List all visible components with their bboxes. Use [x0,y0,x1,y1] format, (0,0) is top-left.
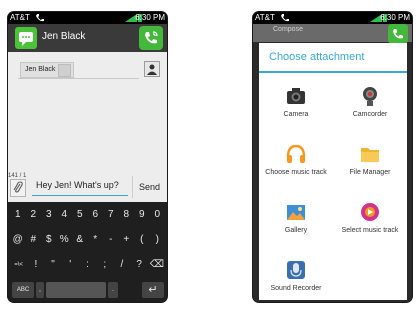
attachment-dialog: Choose attachment Camera Camcorder Choos… [259,43,407,300]
keyboard: 1 2 3 4 5 6 7 8 9 0 @ # $ % & * - + ( ) … [8,202,167,302]
attach-label: Choose music track [265,169,327,176]
key[interactable]: : [81,255,94,275]
attach-file-manager[interactable]: File Manager [333,141,407,199]
key[interactable]: 4 [58,205,71,225]
status-bar: AT&T 6:30 PM [253,12,412,24]
attach-camera[interactable]: Camera [259,83,333,141]
message-input[interactable]: Hey Jen! What's up? [36,180,119,190]
recipient-avatar [58,64,72,77]
dialog-header: Choose attachment [259,43,407,73]
attach-label: Sound Recorder [270,285,322,292]
gallery-icon [287,205,305,220]
phone-icon [281,14,289,22]
send-button[interactable]: Send [132,176,166,198]
attach-label: Camera [283,111,309,118]
key[interactable]: 6 [89,205,102,225]
recipient-underline [18,78,139,79]
status-time: 6:30 PM [135,13,165,22]
camera-icon [287,88,305,104]
dialog-title: Choose attachment [269,51,365,63]
compose-area: Jen Black 141 / 1 Hey Jen! What's up? Se… [8,52,167,202]
key[interactable]: ! [29,255,42,275]
contact-avatar[interactable] [15,27,37,49]
key[interactable]: 7 [104,205,117,225]
attach-label: Select music track [341,227,399,234]
key[interactable]: 1 [11,205,24,225]
key[interactable]: / [115,255,128,275]
key[interactable]: ) [151,230,164,250]
keyboard-row-3: =\< ! " ' : ; / ? ⌫ [8,255,167,275]
recipient-chip[interactable]: Jen Black [20,62,75,78]
attach-label: File Manager [349,169,391,176]
phone-messaging: AT&T 6:30 PM Jen Black Jen Black 141 / 1… [8,12,167,302]
key[interactable]: ; [98,255,111,275]
period-key[interactable]: . [108,282,118,298]
phone-call-icon [145,31,158,44]
person-icon [147,64,157,75]
chat-bubble-icon [19,32,33,46]
comma-key[interactable]: , [36,282,44,298]
carrier-label: AT&T [10,13,30,22]
carrier-label: AT&T [255,13,275,22]
camcorder-icon [363,87,377,106]
attach-label: Camcorder [352,111,388,118]
key[interactable]: ' [64,255,77,275]
key[interactable]: % [58,230,71,250]
key[interactable]: + [120,230,133,250]
key[interactable]: =\< [12,255,25,275]
key[interactable]: & [73,230,86,250]
enter-icon[interactable]: ↵ [142,282,164,298]
key[interactable]: 2 [27,205,40,225]
key[interactable]: " [47,255,60,275]
space-key[interactable] [46,282,106,298]
attach-music-track[interactable]: Choose music track [259,141,333,199]
compose-title: Compose [273,26,303,33]
attach-camcorder[interactable]: Camcorder [333,83,407,141]
key[interactable]: ? [133,255,146,275]
attach-sound-recorder[interactable]: Sound Recorder [259,257,333,302]
attach-gallery[interactable]: Gallery [259,199,333,257]
folder-icon [361,148,379,162]
attach-select-music[interactable]: Select music track [333,199,407,257]
abc-key[interactable]: ABC [12,282,34,298]
keyboard-row-2: @ # $ % & * - + ( ) [8,230,167,250]
compose-header-dimmed: Compose [253,24,412,44]
key[interactable]: 3 [42,205,55,225]
music-disc-icon [361,203,379,221]
status-bar: AT&T 6:30 PM [8,12,167,24]
conversation-header: Jen Black [8,24,167,52]
key[interactable]: - [104,230,117,250]
backspace-icon[interactable]: ⌫ [150,255,164,275]
attach-button[interactable] [10,179,26,197]
call-button [388,24,408,44]
paperclip-icon [13,181,23,193]
key[interactable]: ( [135,230,148,250]
phone-attachment: AT&T 6:30 PM Compose Choose attachment C… [253,12,412,302]
recipient-name: Jen Black [25,66,56,73]
key[interactable]: * [89,230,102,250]
key[interactable]: 9 [135,205,148,225]
call-button[interactable] [139,26,163,50]
attach-label: Gallery [284,227,308,234]
key[interactable]: $ [42,230,55,250]
key[interactable]: 0 [151,205,164,225]
phone-call-icon [393,29,403,39]
contact-name: Jen Black [42,31,86,42]
key[interactable]: 8 [120,205,133,225]
key[interactable]: # [27,230,40,250]
microphone-icon [287,261,305,279]
add-contact-button[interactable] [144,61,160,77]
status-time: 6:30 PM [380,13,410,22]
keyboard-row-1: 1 2 3 4 5 6 7 8 9 0 [8,205,167,225]
key[interactable]: 5 [73,205,86,225]
message-input-underline [32,195,128,196]
headphones-icon [286,144,306,163]
key[interactable]: @ [11,230,24,250]
phone-icon [36,14,44,22]
